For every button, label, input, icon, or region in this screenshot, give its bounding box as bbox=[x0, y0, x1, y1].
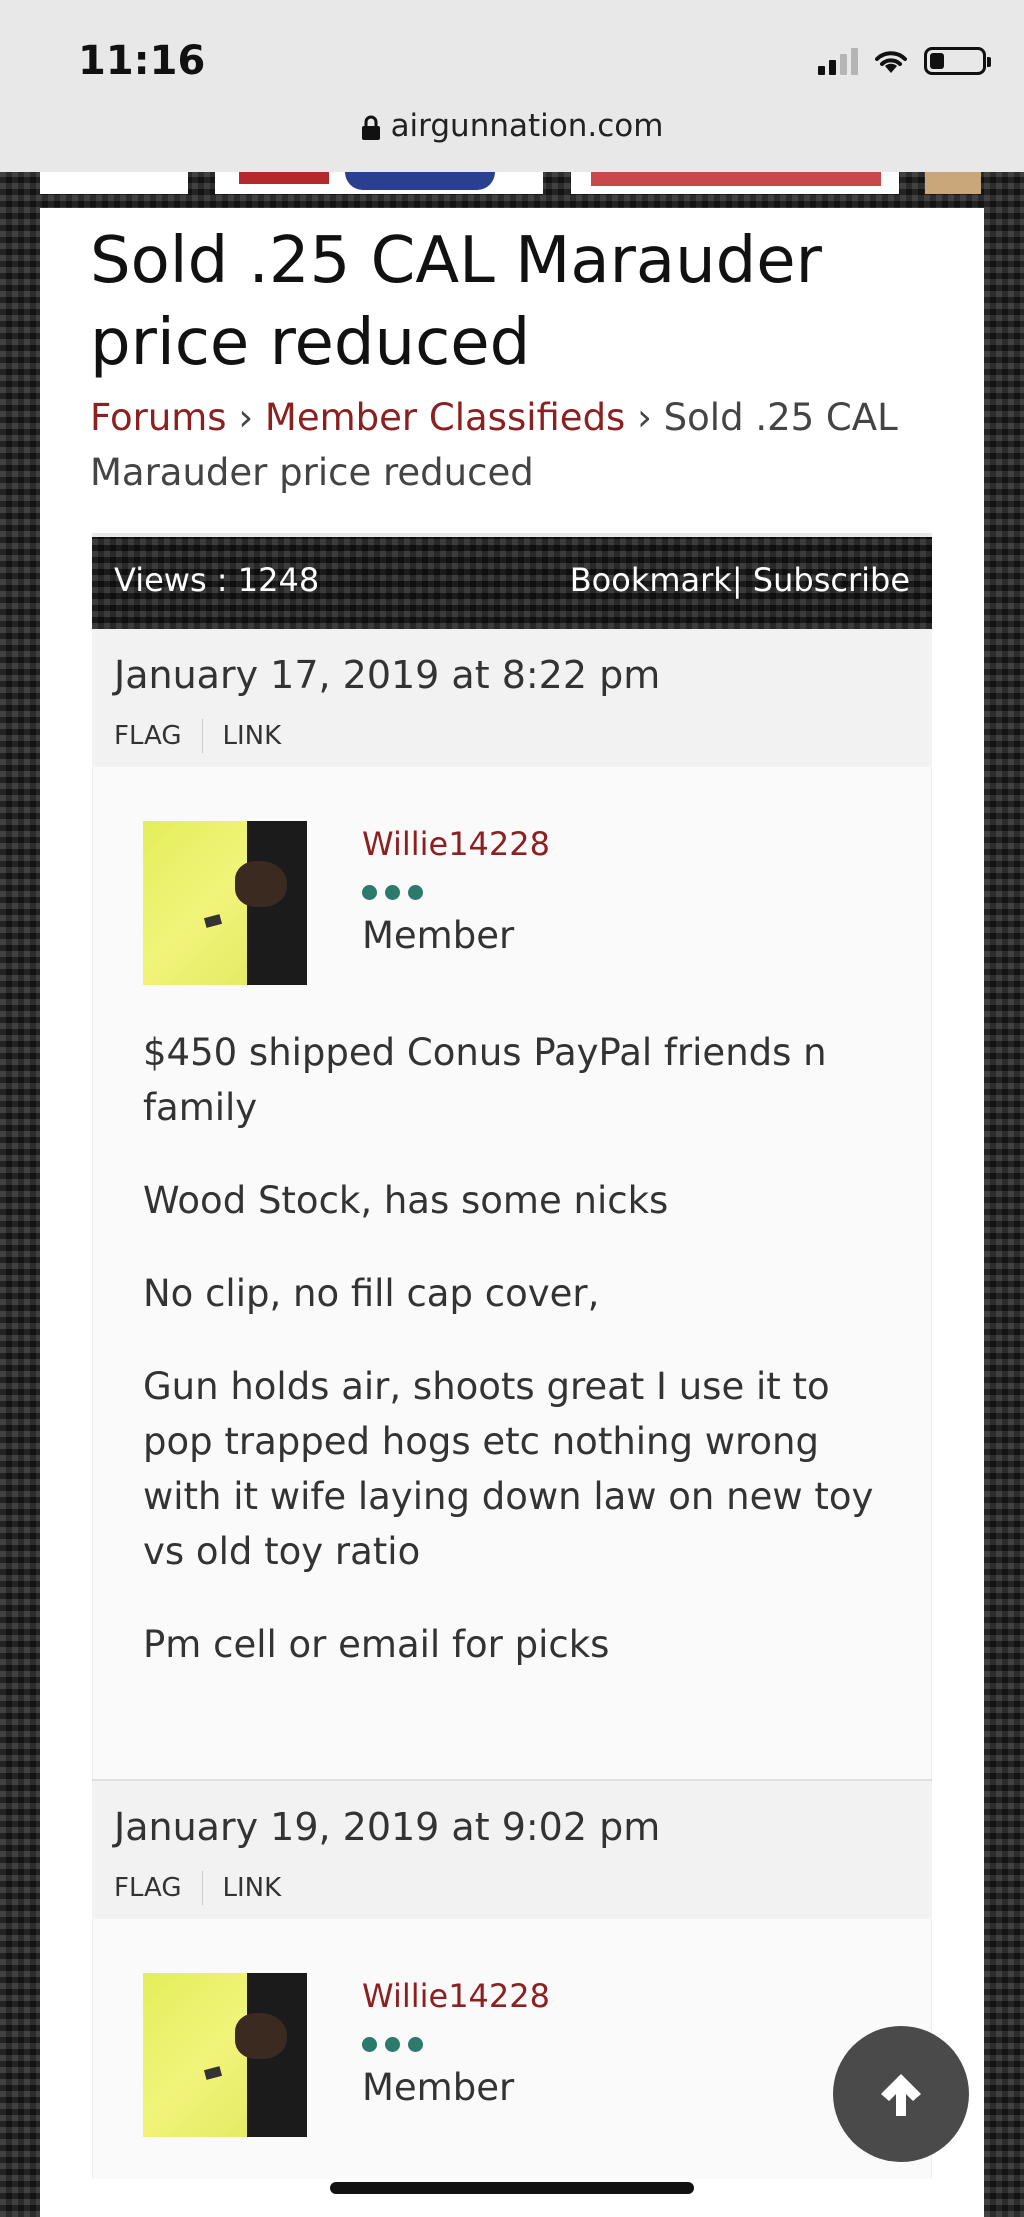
post-author: Willie14228 Member bbox=[143, 1973, 881, 2137]
subscribe-link[interactable]: Subscribe bbox=[753, 561, 910, 599]
author-name[interactable]: Willie14228 bbox=[362, 1977, 550, 2015]
flag-link[interactable]: FLAG bbox=[114, 1873, 182, 1903]
breadcrumb: Forums › Member Classifieds › Sold .25 C… bbox=[90, 390, 930, 500]
post-paragraph: Wood Stock, has some nicks bbox=[143, 1179, 669, 1222]
action-separator: | bbox=[731, 561, 743, 599]
author-info: Willie14228 Member bbox=[362, 821, 550, 985]
author-name[interactable]: Willie14228 bbox=[362, 825, 550, 863]
status-time: 11:16 bbox=[78, 38, 206, 84]
breadcrumb-separator: › bbox=[637, 396, 652, 439]
post-paragraph: $450 shipped Conus PayPal friends n fami… bbox=[143, 1031, 827, 1129]
page-title: Sold .25 CAL Marauder price reduced bbox=[90, 224, 822, 380]
home-indicator[interactable] bbox=[330, 2182, 694, 2194]
post-paragraph: Pm cell or email for picks bbox=[143, 1623, 610, 1666]
permalink[interactable]: LINK bbox=[223, 721, 282, 751]
url-bar[interactable]: airgunnation.com bbox=[0, 108, 1024, 144]
divider bbox=[201, 1871, 203, 1905]
post-body: Willie14228 Member $450 shipped Conus Pa… bbox=[92, 767, 932, 1779]
permalink[interactable]: LINK bbox=[223, 1873, 282, 1903]
author-info: Willie14228 Member bbox=[362, 1973, 550, 2137]
post-author: Willie14228 Member bbox=[143, 821, 881, 985]
thread-actions: Bookmark| Subscribe bbox=[570, 561, 910, 599]
post-content: $450 shipped Conus PayPal friends n fami… bbox=[143, 1025, 881, 1672]
breadcrumb-member-classifieds[interactable]: Member Classifieds bbox=[265, 396, 625, 439]
rank-dots-icon bbox=[362, 885, 550, 900]
view-count: Views : 1248 bbox=[114, 561, 320, 599]
breadcrumb-forums[interactable]: Forums bbox=[90, 396, 227, 439]
thread: Views : 1248 Bookmark| Subscribe January… bbox=[92, 533, 932, 2179]
status-icons bbox=[818, 44, 991, 78]
wifi-icon bbox=[875, 51, 907, 73]
flag-link[interactable]: FLAG bbox=[114, 721, 182, 751]
post-date: January 17, 2019 at 8:22 pm bbox=[114, 653, 661, 697]
post-meta: January 17, 2019 at 8:22 pm FLAG LINK bbox=[92, 629, 932, 767]
url-text: airgunnation.com bbox=[390, 108, 664, 144]
lock-icon bbox=[361, 115, 380, 140]
avatar[interactable] bbox=[143, 1973, 307, 2137]
battery-icon bbox=[924, 47, 991, 75]
banner-ad[interactable] bbox=[571, 172, 899, 194]
author-role: Member bbox=[362, 2066, 515, 2109]
scroll-to-top-button[interactable] bbox=[833, 2026, 969, 2162]
browser-top-bar: 11:16 airgunnation.com bbox=[0, 0, 1024, 172]
ad-banner-strip[interactable] bbox=[0, 172, 1024, 194]
post-paragraph: Gun holds air, shoots great I use it to … bbox=[143, 1365, 874, 1573]
content-card: Sold .25 CAL Marauder price reduced Foru… bbox=[40, 208, 984, 2217]
post-links: FLAG LINK bbox=[114, 1871, 910, 1905]
banner-ad[interactable] bbox=[215, 172, 543, 194]
banner-ad[interactable] bbox=[925, 172, 981, 194]
cell-signal-icon bbox=[818, 47, 858, 75]
banner-ad[interactable] bbox=[40, 172, 188, 194]
post-paragraph: No clip, no fill cap cover, bbox=[143, 1272, 600, 1315]
bookmark-link[interactable]: Bookmark bbox=[570, 561, 732, 599]
divider bbox=[201, 719, 203, 753]
post-body: Willie14228 Member bbox=[92, 1919, 932, 2179]
author-role: Member bbox=[362, 914, 515, 957]
avatar[interactable] bbox=[143, 821, 307, 985]
thread-header: Views : 1248 Bookmark| Subscribe bbox=[92, 533, 932, 629]
arrow-up-icon bbox=[881, 2074, 921, 2116]
rank-dots-icon bbox=[362, 2037, 550, 2052]
post-date: January 19, 2019 at 9:02 pm bbox=[114, 1805, 661, 1849]
post-meta: January 19, 2019 at 9:02 pm FLAG LINK bbox=[92, 1781, 932, 1919]
breadcrumb-separator: › bbox=[238, 396, 254, 439]
post-links: FLAG LINK bbox=[114, 719, 910, 753]
